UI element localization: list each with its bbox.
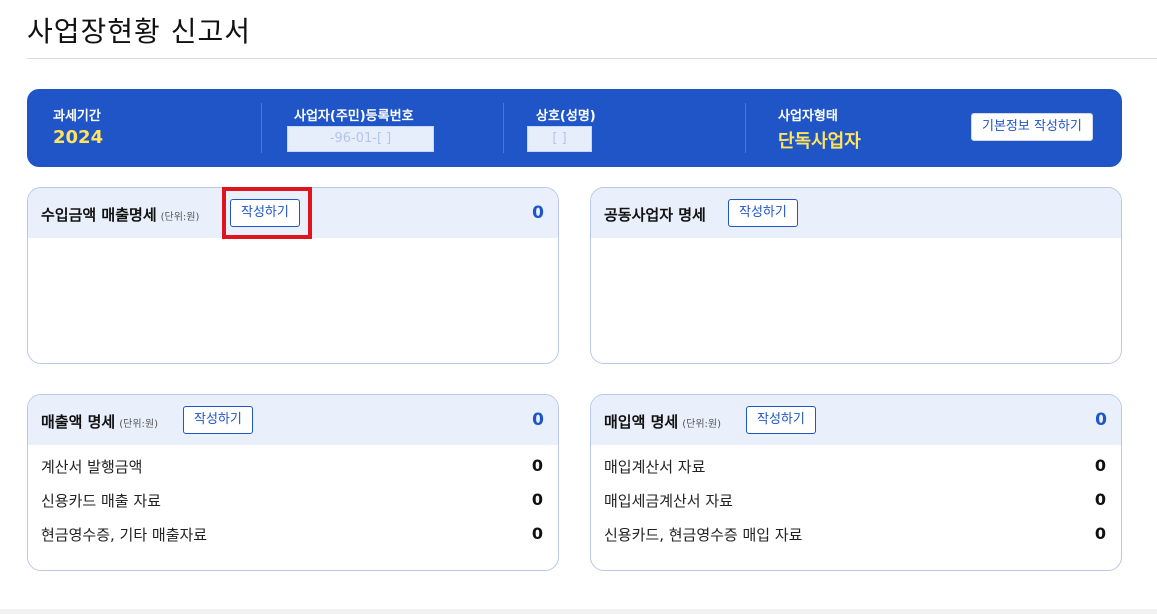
row-value: 0 [1094,490,1106,509]
info-divider [745,103,746,153]
purchase-card-title: 매입액 명세 (단위:원) [604,411,721,432]
basic-info-bar: 과세기간 2024 사업자(주민)등록번호 -96-01-[ ] 상호(성명) … [27,89,1122,167]
income-card-header: 수입금액 매출명세 (단위:원) 작성하기 0 [28,188,558,238]
income-total: 0 [532,203,544,223]
purchase-row: 매입세금계산서 자료 0 [604,490,1106,512]
bottom-strip [0,609,1157,614]
purchase-card: 매입액 명세 (단위:원) 작성하기 0 매입계산서 자료 0 매입세금계산서 자… [590,394,1122,571]
purchase-row: 신용카드, 현금영수증 매입 자료 0 [604,524,1106,546]
row-label: 신용카드, 현금영수증 매입 자료 [604,526,803,544]
registration-number-label: 사업자(주민)등록번호 [294,109,414,124]
row-value: 0 [531,456,543,475]
unit-label: (단위:원) [682,419,722,430]
row-value: 0 [531,490,543,509]
trade-name-value: [ ] [527,126,592,152]
tax-period-value: 2024 [53,127,104,148]
sales-card-title: 매출액 명세 (단위:원) [41,411,158,432]
income-card-title: 수입금액 매출명세 (단위:원) [41,204,199,225]
info-divider [261,103,262,153]
partners-card-title: 공동사업자 명세 [604,206,706,224]
partners-card-header: 공동사업자 명세 작성하기 [591,188,1121,238]
sales-row: 계산서 발행금액 0 [41,456,543,478]
business-type-label: 사업자형태 [778,109,838,124]
purchase-write-button[interactable]: 작성하기 [746,406,816,434]
page-title: 사업장현황 신고서 [27,15,251,48]
row-value: 0 [1094,524,1106,543]
registration-number-value: -96-01-[ ] [287,126,434,152]
business-type-value: 단독사업자 [778,131,861,152]
purchase-card-title-text: 매입액 명세 [604,413,679,431]
purchase-total: 0 [1095,410,1107,430]
row-label: 현금영수증, 기타 매출자료 [41,526,208,544]
sales-write-button[interactable]: 작성하기 [183,406,253,434]
purchase-row: 매입계산서 자료 0 [604,456,1106,478]
info-divider [503,103,504,153]
trade-name-label: 상호(성명) [536,109,596,124]
income-card: 수입금액 매출명세 (단위:원) 작성하기 0 [27,187,559,364]
income-write-button[interactable]: 작성하기 [230,199,300,227]
tax-period-label: 과세기간 [53,109,101,124]
row-label: 매입계산서 자료 [604,458,706,476]
partners-card: 공동사업자 명세 작성하기 [590,187,1122,364]
partners-write-button[interactable]: 작성하기 [728,199,798,227]
sales-card: 매출액 명세 (단위:원) 작성하기 0 계산서 발행금액 0 신용카드 매출 자… [27,394,559,571]
income-card-title-text: 수입금액 매출명세 [41,206,157,224]
title-divider [27,58,1157,59]
row-label: 매입세금계산서 자료 [604,492,733,510]
row-value: 0 [1094,456,1106,475]
sales-total: 0 [532,410,544,430]
sales-row: 현금영수증, 기타 매출자료 0 [41,524,543,546]
unit-label: (단위:원) [119,419,159,430]
row-label: 신용카드 매출 자료 [41,492,161,510]
edit-basic-info-button[interactable]: 기본정보 작성하기 [971,113,1093,141]
unit-label: (단위:원) [160,212,200,223]
sales-row: 신용카드 매출 자료 0 [41,490,543,512]
sales-card-header: 매출액 명세 (단위:원) 작성하기 0 [28,395,558,445]
row-value: 0 [531,524,543,543]
row-label: 계산서 발행금액 [41,458,143,476]
sales-card-title-text: 매출액 명세 [41,413,116,431]
purchase-card-header: 매입액 명세 (단위:원) 작성하기 0 [591,395,1121,445]
